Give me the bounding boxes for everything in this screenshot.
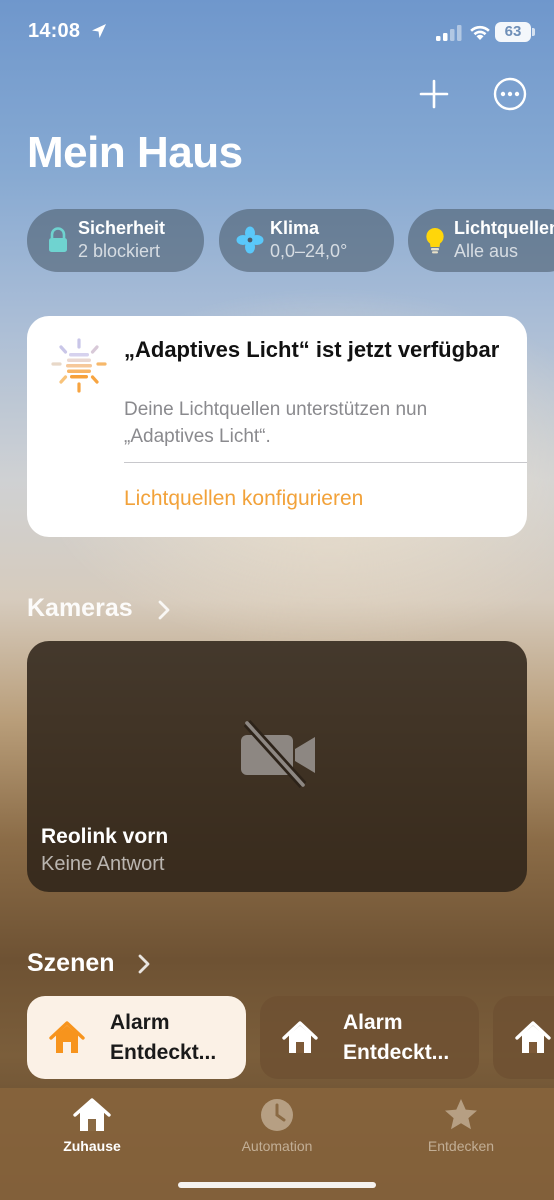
battery-icon: 63: [495, 22, 531, 42]
scene-label: Alarm Entdeckt...: [343, 1011, 450, 1064]
lightbulb-icon: [426, 227, 444, 254]
camera-name: Reolink vorn: [41, 825, 169, 848]
page-title: Mein Haus: [27, 128, 243, 177]
configure-lights-link[interactable]: Lichtquellen konfigurieren: [124, 487, 363, 511]
tab-home[interactable]: Zuhause: [27, 1096, 157, 1154]
chip-lights[interactable]: Lichtquellen Alle aus: [408, 209, 554, 272]
adaptive-sun-icon: [51, 338, 107, 393]
tab-label: Zuhause: [63, 1138, 121, 1154]
location-arrow-icon: [92, 24, 106, 38]
cellular-signal-icon: [436, 25, 462, 41]
scene-tile[interactable]: [493, 996, 554, 1079]
status-time: 14:08: [28, 20, 81, 42]
chevron-right-icon[interactable]: [136, 952, 152, 976]
cameras-section-title[interactable]: Kameras: [27, 594, 133, 623]
clock-icon: [261, 1099, 293, 1131]
wifi-icon: [470, 25, 490, 40]
camera-card[interactable]: Reolink vorn Keine Antwort: [27, 641, 527, 892]
card-body: Deine Lichtquellen unterstützen nun „Ada…: [124, 399, 428, 447]
chip-subtitle: 2 blockiert: [78, 241, 161, 261]
chip-title: Sicherheit: [78, 218, 166, 238]
card-divider: [124, 462, 527, 463]
star-icon: [445, 1099, 477, 1130]
chip-title: Klima: [270, 218, 320, 238]
scene-tile[interactable]: Alarm Entdeckt...: [27, 996, 246, 1079]
tab-automation[interactable]: Automation: [212, 1096, 342, 1154]
house-icon: [49, 1021, 85, 1053]
battery-nub: [532, 28, 535, 36]
scenes-section-title[interactable]: Szenen: [27, 949, 115, 978]
lock-icon: [49, 227, 67, 252]
card-title: „Adaptives Licht“ ist jetzt verfügbar: [124, 337, 500, 362]
house-icon: [515, 1021, 551, 1053]
chip-subtitle: Alle aus: [454, 241, 519, 261]
tab-label: Automation: [241, 1138, 313, 1154]
chip-title: Lichtquellen: [454, 218, 554, 238]
chevron-right-icon[interactable]: [156, 598, 172, 622]
home-indicator[interactable]: [178, 1182, 376, 1188]
chip-climate[interactable]: Klima 0,0–24,0°: [219, 209, 394, 272]
fan-icon: [236, 226, 264, 254]
house-icon: [282, 1021, 318, 1053]
add-button[interactable]: [416, 76, 452, 112]
scene-label: Alarm Entdeckt...: [110, 1011, 217, 1064]
chip-subtitle: 0,0–24,0°: [270, 241, 348, 261]
camera-status: Keine Antwort: [41, 853, 165, 875]
chip-security[interactable]: Sicherheit 2 blockiert: [27, 209, 204, 272]
house-fill-icon: [73, 1098, 111, 1131]
tab-label: Entdecken: [427, 1138, 495, 1154]
tab-discover[interactable]: Entdecken: [396, 1096, 526, 1154]
scene-tile[interactable]: Alarm Entdeckt...: [260, 996, 479, 1079]
adaptive-light-card: „Adaptives Licht“ ist jetzt verfügbar De…: [27, 316, 527, 537]
video-slash-icon: [241, 719, 315, 789]
more-button[interactable]: [492, 76, 528, 112]
